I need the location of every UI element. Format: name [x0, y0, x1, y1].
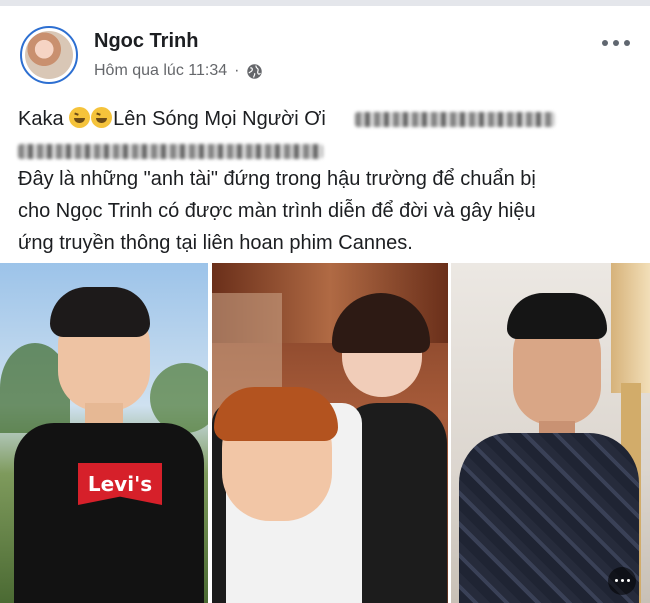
post-text-line-2	[18, 138, 323, 164]
text-len-song: Lên Sóng Mọi Người Ơi	[113, 108, 326, 130]
author-name[interactable]: Ngoc Trinh	[94, 30, 198, 53]
post-photo-3[interactable]	[451, 263, 650, 603]
post-meta: Hôm qua lúc 11:34 ·	[94, 62, 263, 80]
author-avatar[interactable]	[20, 26, 78, 84]
laughing-emoji-icon	[91, 107, 113, 128]
post-photo-1[interactable]: Levi's	[0, 263, 208, 603]
post-timestamp[interactable]: Hôm qua lúc 11:34	[94, 62, 227, 80]
redacted-text	[355, 112, 556, 128]
more-options-icon[interactable]	[602, 40, 630, 46]
post-text-line-1: Kaka Lên Sóng Mọi Người Ơi	[18, 106, 556, 132]
post-text-line-3: Đây là những "anh tài" đứng trong hậu tr…	[18, 168, 536, 190]
post-text-line-5: ứng truyền thông tại liên hoan phim Cann…	[18, 232, 413, 254]
avatar-image	[25, 31, 73, 79]
laughing-emoji-icon	[69, 107, 91, 128]
meta-separator: ·	[234, 62, 240, 79]
more-photos-icon[interactable]	[608, 567, 636, 595]
post-photo-2[interactable]	[212, 263, 448, 603]
facebook-post: Ngoc Trinh Hôm qua lúc 11:34 · Kaka Lên …	[0, 6, 650, 603]
globe-icon[interactable]	[246, 63, 263, 80]
text-kaka: Kaka	[18, 108, 64, 130]
post-text-line-4: cho Ngọc Trinh có được màn trình diễn để…	[18, 200, 536, 222]
redacted-text	[18, 144, 323, 160]
